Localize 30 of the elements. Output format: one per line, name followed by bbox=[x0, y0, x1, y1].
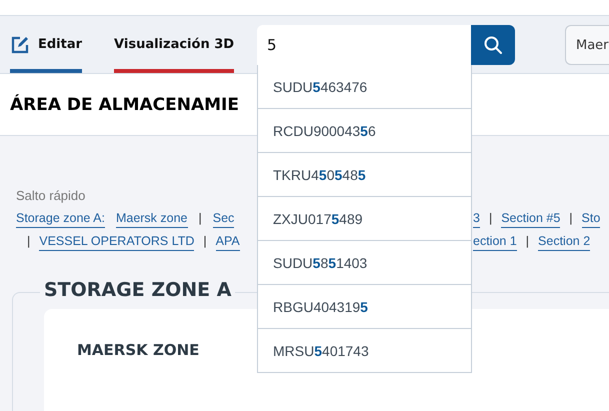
suggestion-item[interactable]: SUDU5851403 bbox=[258, 241, 471, 285]
separator-text: | bbox=[203, 233, 207, 250]
quick-link[interactable]: APA bbox=[216, 233, 240, 251]
suggestion-item[interactable]: SUDU5463476 bbox=[258, 65, 471, 109]
quick-link[interactable]: 3 bbox=[473, 210, 480, 228]
quick-link[interactable]: ection 1 bbox=[473, 233, 517, 251]
quick-link[interactable]: Sto bbox=[582, 210, 600, 228]
quick-link[interactable]: Maersk zone bbox=[116, 210, 188, 228]
suggestion-item[interactable]: RCDU90004356 bbox=[258, 109, 471, 153]
quick-jump-label: Salto rápido bbox=[16, 188, 86, 203]
subzone-title: MAERSK ZONE bbox=[77, 341, 200, 359]
quick-link[interactable]: VESSEL OPERATORS LTD bbox=[39, 233, 194, 251]
separator-text: | bbox=[526, 233, 530, 250]
separator-text: | bbox=[569, 210, 573, 227]
search-button[interactable] bbox=[471, 25, 515, 65]
search-icon bbox=[483, 35, 503, 55]
quick-link[interactable]: Section #5 bbox=[501, 210, 560, 228]
quick-link[interactable]: Sec bbox=[212, 210, 234, 228]
search-field[interactable]: 5 bbox=[257, 25, 471, 65]
edit-icon bbox=[10, 34, 30, 54]
suggestion-item[interactable]: ZXJU0175489 bbox=[258, 197, 471, 241]
suggestion-item[interactable]: TKRU4505485 bbox=[258, 153, 471, 197]
separator-text: | bbox=[27, 233, 30, 250]
suggestion-item[interactable]: RBGU4043195 bbox=[258, 285, 471, 329]
quick-link[interactable]: Storage zone A: bbox=[16, 210, 105, 228]
quick-link[interactable]: Section 2 bbox=[538, 233, 590, 251]
toolbar-button[interactable]: Maer bbox=[565, 25, 609, 65]
separator-text: | bbox=[488, 210, 492, 227]
page-title: ÁREA DE ALMACENAMIE bbox=[10, 94, 239, 114]
separator-text: | bbox=[198, 210, 202, 227]
